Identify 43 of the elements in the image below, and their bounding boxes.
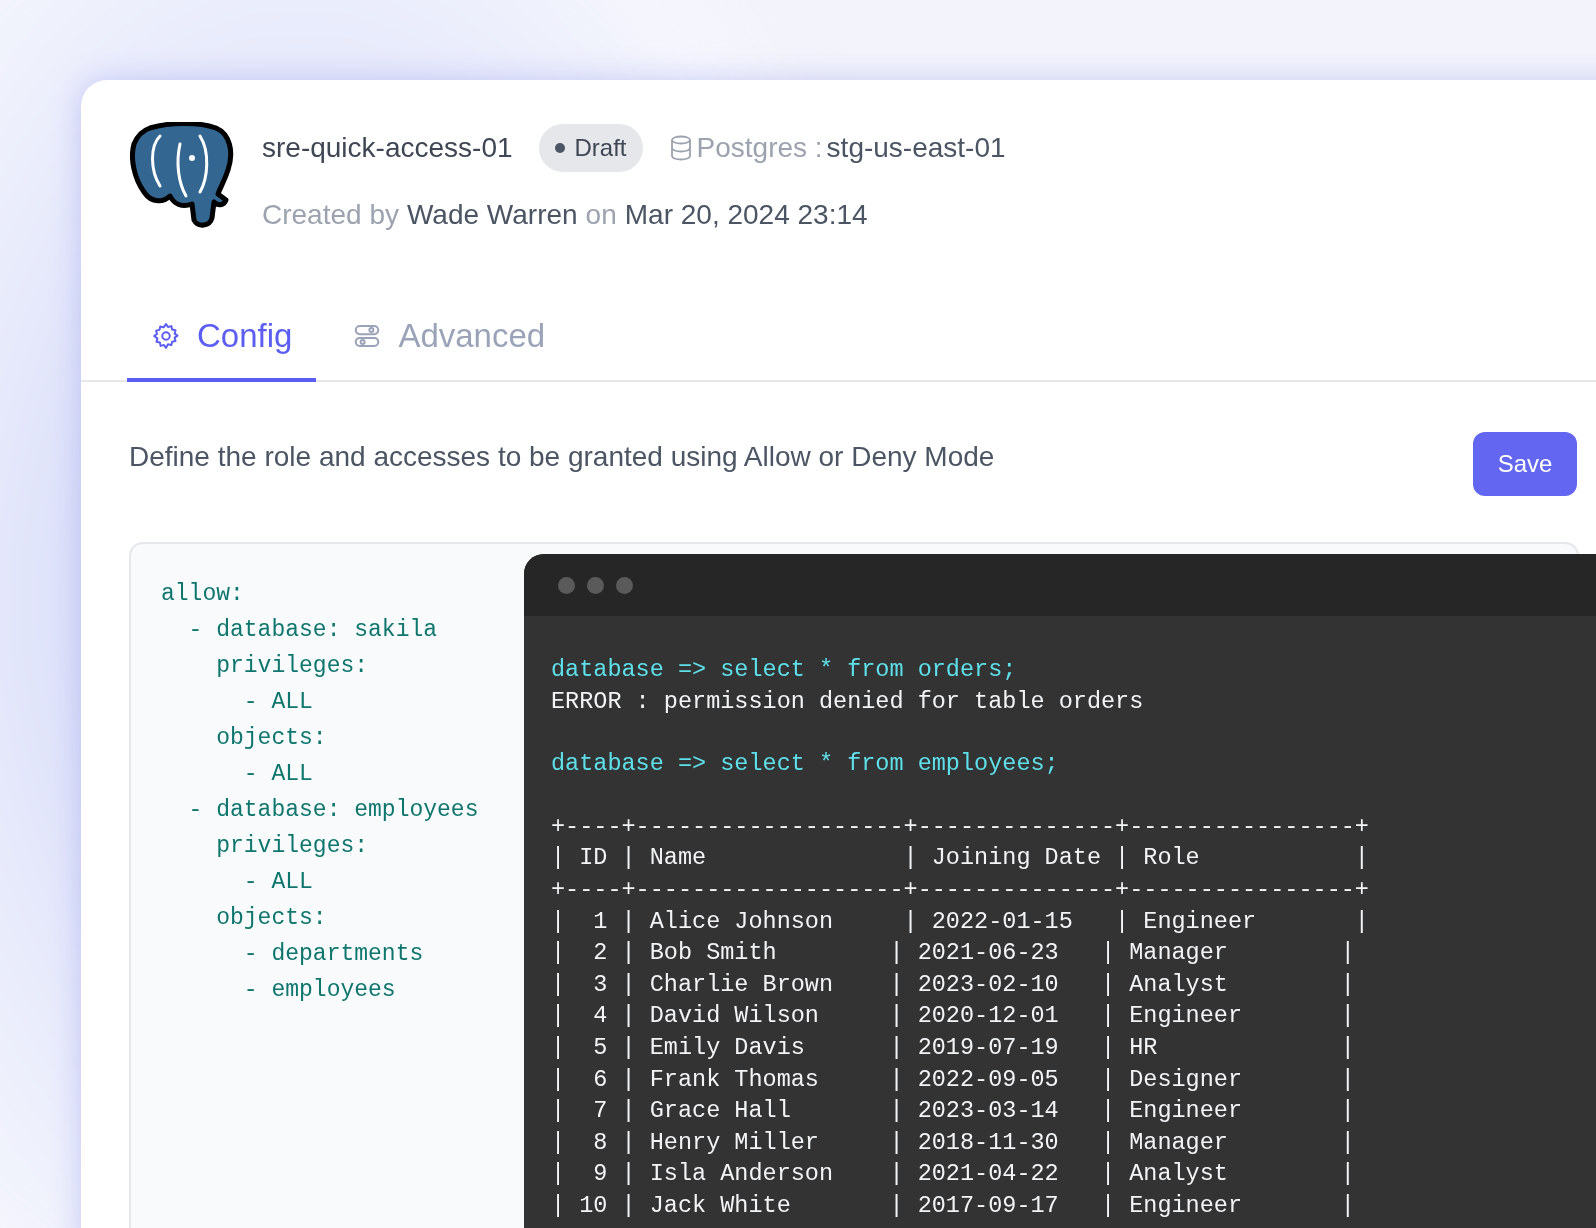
yaml-line: - ALL — [242, 868, 313, 897]
created-date: Mar 20, 2024 23:14 — [624, 198, 868, 232]
save-button[interactable]: Save — [1473, 432, 1577, 496]
table-line: | 10 | Jack White | 2017-09-17 | Engineer | — [551, 1190, 1355, 1221]
table-line: | 8 | Henry Miller | 2018-11-30 | Manager | — [551, 1127, 1355, 1158]
yaml-line: allow: — [161, 580, 244, 609]
on-label: on — [585, 198, 617, 232]
table-line: | 2 | Bob Smith | 2021-06-23 | Manager | — [551, 938, 1355, 969]
instance-name: stg-us-east-01 — [826, 131, 1006, 165]
yaml-line: privileges: — [215, 652, 369, 681]
created-by-label: Created by — [262, 198, 399, 232]
database-icon — [668, 135, 693, 161]
yaml-line: - employees — [242, 976, 396, 1005]
table-line: | 7 | Grace Hall | 2023-03-14 | Engineer | — [551, 1096, 1355, 1127]
table-line: | 3 | Charlie Brown | 2023-02-10 | Analyst | — [551, 969, 1355, 1000]
tab[interactable]: Advanced — [328, 294, 570, 382]
access-name: sre-quick-access-01 — [262, 131, 513, 165]
command-line: database => select * from employees; — [551, 749, 1059, 780]
table-line: | 6 | Frank Thomas | 2022-09-05 | Designer | — [551, 1064, 1355, 1095]
table-line: | ID | Name | Joining Date | Role | — [551, 843, 1369, 874]
description-text: Define the role and accesses to be granted using Allow or Deny Mode — [129, 440, 995, 474]
table-line: +----+-------------------+--------------+----------------+ — [551, 874, 1369, 905]
table-line: | 9 | Isla Anderson | 2021-04-22 | Analyst | — [551, 1159, 1355, 1190]
yaml-line: - departments — [242, 940, 424, 969]
command-line: database => select * from orders; — [551, 655, 1017, 685]
yaml-line: - database: sakila — [187, 616, 438, 645]
yaml-line: objects: — [215, 904, 327, 933]
table-line: | 1 | Alice Johnson | 2022-01-15 | Engineer | — [551, 906, 1369, 937]
table-line: +----+-------------------+--------------+----------------+ — [551, 811, 1369, 842]
yaml-line: - database: employees — [187, 796, 479, 825]
output-line: ERROR : permission denied for table orders — [551, 686, 1144, 717]
table-line: | 5 | Emily Davis | 2019-07-19 | HR | — [551, 1032, 1355, 1063]
engine-label: Postgres : — [696, 131, 823, 165]
yaml-line: objects: — [215, 724, 327, 753]
status-label: Draft — [574, 133, 627, 163]
elephant-logo-icon — [130, 122, 234, 228]
yaml-line: privileges: — [215, 832, 369, 861]
author-name: Wade Warren — [406, 198, 578, 232]
tab[interactable]: Config — [127, 294, 317, 382]
yaml-line: - ALL — [242, 688, 313, 717]
gear-icon — [151, 321, 181, 351]
table-line: | 4 | David Wilson | 2020-12-01 | Engineer | — [551, 1001, 1355, 1032]
yaml-line: - ALL — [242, 760, 313, 789]
